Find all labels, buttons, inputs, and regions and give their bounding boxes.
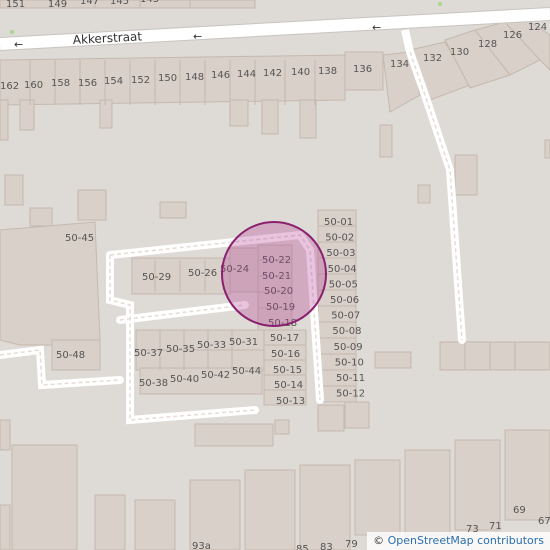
house-number: 50-01 xyxy=(324,217,353,228)
vegetation-dot xyxy=(10,30,14,34)
house-number: 134 xyxy=(390,59,409,70)
attribution: © OpenStreetMap contributors xyxy=(367,532,550,550)
house-number: 50-17 xyxy=(270,333,299,344)
vegetation-dot xyxy=(438,2,442,6)
svg-text:←: ← xyxy=(193,30,202,43)
map-canvas[interactable]: Akkerstraat ← ← ← 151 149 147 145 143 162 160 1… xyxy=(0,0,550,550)
house-number: 158 xyxy=(51,78,70,89)
house-number: 150 xyxy=(158,73,177,84)
house-number: 136 xyxy=(353,64,372,75)
house-number: 144 xyxy=(237,69,256,80)
house-number: 154 xyxy=(104,76,123,87)
house-number: 79 xyxy=(345,539,358,550)
house-number: 156 xyxy=(78,78,97,89)
house-number: 146 xyxy=(211,70,230,81)
house-number: 147 xyxy=(80,0,99,7)
house-number: 50-45 xyxy=(65,233,94,244)
house-number: 50-37 xyxy=(134,348,163,359)
house-number: 50-15 xyxy=(273,365,302,376)
svg-text:←: ← xyxy=(14,38,23,51)
house-number: 149 xyxy=(48,0,67,10)
house-number: 50-10 xyxy=(335,357,364,368)
house-number: 143 xyxy=(140,0,159,5)
house-number: 50-07 xyxy=(331,311,360,322)
house-number: 148 xyxy=(185,72,204,83)
house-number: 85 xyxy=(296,544,309,550)
house-number: 50-02 xyxy=(325,233,354,244)
house-number: 50-09 xyxy=(334,342,363,353)
house-number: 50-33 xyxy=(197,340,226,351)
house-number: 69 xyxy=(513,505,526,516)
house-number: 50-40 xyxy=(170,374,199,385)
house-number: 71 xyxy=(489,521,502,532)
attribution-link[interactable]: OpenStreetMap contributors xyxy=(388,534,544,547)
house-number: 126 xyxy=(503,30,522,41)
house-number: 145 xyxy=(110,0,129,7)
house-number: 50-13 xyxy=(276,396,305,407)
house-number: 50-12 xyxy=(336,389,365,400)
house-number: 50-35 xyxy=(166,344,195,355)
house-number: 50-31 xyxy=(229,337,258,348)
house-number: 50-48 xyxy=(56,350,85,361)
house-number: 50-29 xyxy=(142,272,171,283)
house-number: 151 xyxy=(6,0,25,10)
house-number: 50-26 xyxy=(188,268,217,279)
house-number: 83 xyxy=(320,542,333,550)
location-marker[interactable] xyxy=(221,221,327,327)
house-number: 128 xyxy=(478,39,497,50)
house-number: 140 xyxy=(291,67,310,78)
house-number: 124 xyxy=(528,22,547,33)
house-number: 162 xyxy=(0,81,19,92)
map-view[interactable]: Akkerstraat ← ← ← 151 149 147 145 143 162 160 1… xyxy=(0,0,550,550)
house-number: 130 xyxy=(450,47,469,58)
house-number: 160 xyxy=(24,80,43,91)
house-number: 142 xyxy=(263,68,282,79)
house-number: 50-05 xyxy=(329,279,358,290)
house-number: 152 xyxy=(131,75,150,86)
house-number: 50-04 xyxy=(328,264,357,275)
house-number: 50-06 xyxy=(330,295,359,306)
house-number: 50-08 xyxy=(332,326,361,337)
house-number: 50-44 xyxy=(232,366,261,377)
house-number: 93a xyxy=(192,541,211,550)
house-number: 50-14 xyxy=(274,380,303,391)
house-number: 138 xyxy=(318,66,337,77)
house-number: 50-03 xyxy=(326,248,355,259)
street-label: Akkerstraat xyxy=(72,29,142,47)
house-number: 50-16 xyxy=(271,349,300,360)
house-number: 50-38 xyxy=(139,378,168,389)
house-number: 67 xyxy=(538,516,550,527)
house-number: 50-42 xyxy=(201,370,230,381)
svg-text:←: ← xyxy=(372,21,381,34)
house-number: 132 xyxy=(423,53,442,64)
house-number: 50-11 xyxy=(336,373,365,384)
